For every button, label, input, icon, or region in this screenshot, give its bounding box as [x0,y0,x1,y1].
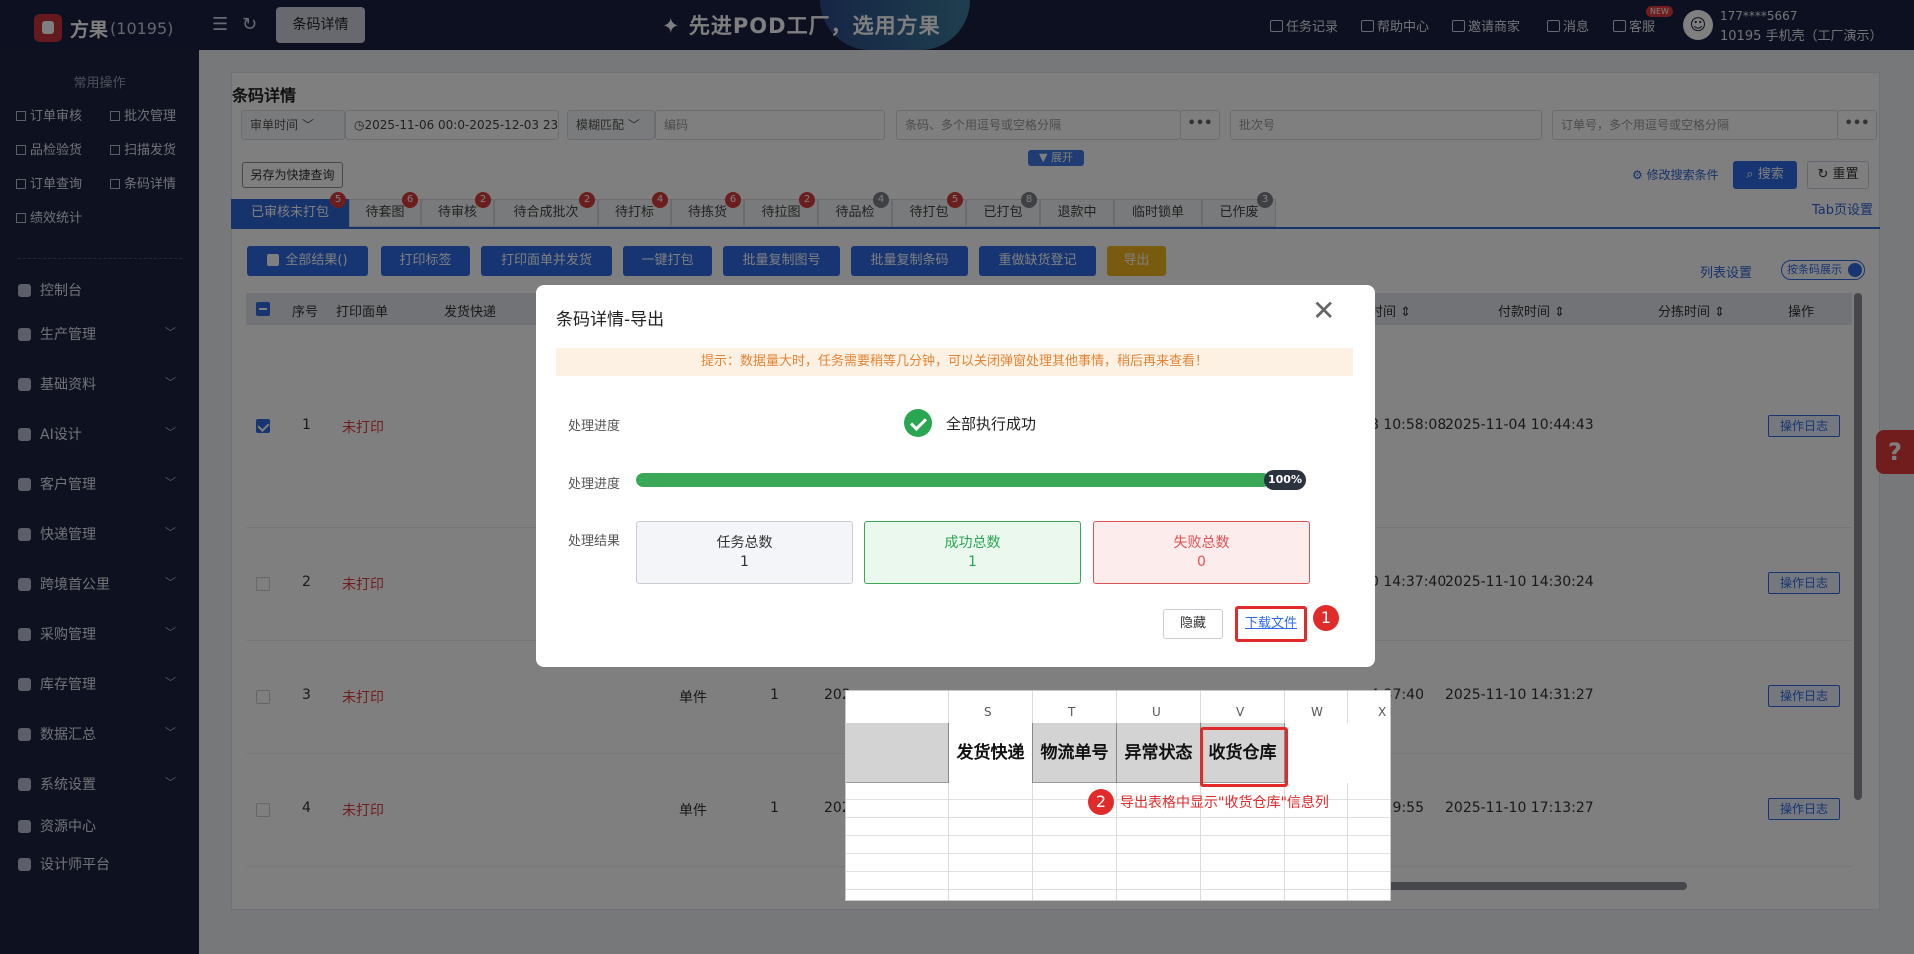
progress-bar [636,473,1270,487]
excel-col-exception: 异常状态 [1116,723,1200,783]
success-value: 1 [968,554,977,570]
col-letter-v: V [1236,705,1245,719]
check-circle-icon [904,409,932,437]
notice-bar: 提示：数据量大时，任务需要稍等几分钟，可以关闭弹窗处理其他事情，稍后再来查看！ [556,348,1353,376]
export-modal: 条码详情-导出 ✕ 提示：数据量大时，任务需要稍等几分钟，可以关闭弹窗处理其他事… [536,285,1375,667]
result-label: 处理结果 [568,534,621,549]
total-label: 任务总数 [716,535,773,551]
success-label: 成功总数 [944,535,1001,551]
warehouse-highlight-box [1200,727,1288,787]
excel-header-row: 发货快递 物流单号 异常状态 收货仓库 [846,723,1390,783]
annotation-text: 导出表格中显示"收货仓库"信息列 [1120,795,1329,811]
step-2-marker: 2 [1088,789,1114,815]
progress-label-2: 处理进度 [568,477,621,492]
excel-col-express: 发货快递 [948,723,1032,783]
col-letter-s: S [984,705,992,719]
fail-label: 失败总数 [1173,535,1230,551]
step-1-marker: 1 [1313,605,1339,631]
status-text: 全部执行成功 [946,414,1037,433]
col-letter-u: U [1152,705,1161,719]
excel-col-empty [1284,723,1390,783]
progress-percent: 100% [1264,470,1306,490]
col-letter-w: W [1311,705,1323,719]
total-value: 1 [740,554,749,570]
success-count-card: 成功总数 1 [864,521,1081,584]
progress-label: 处理进度 [568,419,621,434]
row-line [846,853,1390,854]
status-row: 全部执行成功 [904,409,1036,437]
row-line [846,817,1390,818]
row-line [846,871,1390,872]
total-tasks-card: 任务总数 1 [636,521,853,584]
col-letter-t: T [1068,705,1076,719]
col-letter-x: X [1378,705,1387,719]
fail-count-card: 失败总数 0 [1093,521,1310,584]
modal-title: 条码详情-导出 [556,310,665,330]
progress-fill [636,473,1270,487]
fail-value: 0 [1197,554,1206,570]
close-icon[interactable]: ✕ [1312,297,1335,325]
hide-button[interactable]: 隐藏 [1163,609,1223,639]
row-line [846,835,1390,836]
download-file-button[interactable]: 下载文件 [1235,606,1307,642]
row-line [846,889,1390,890]
excel-col-tracking: 物流单号 [1032,723,1116,783]
